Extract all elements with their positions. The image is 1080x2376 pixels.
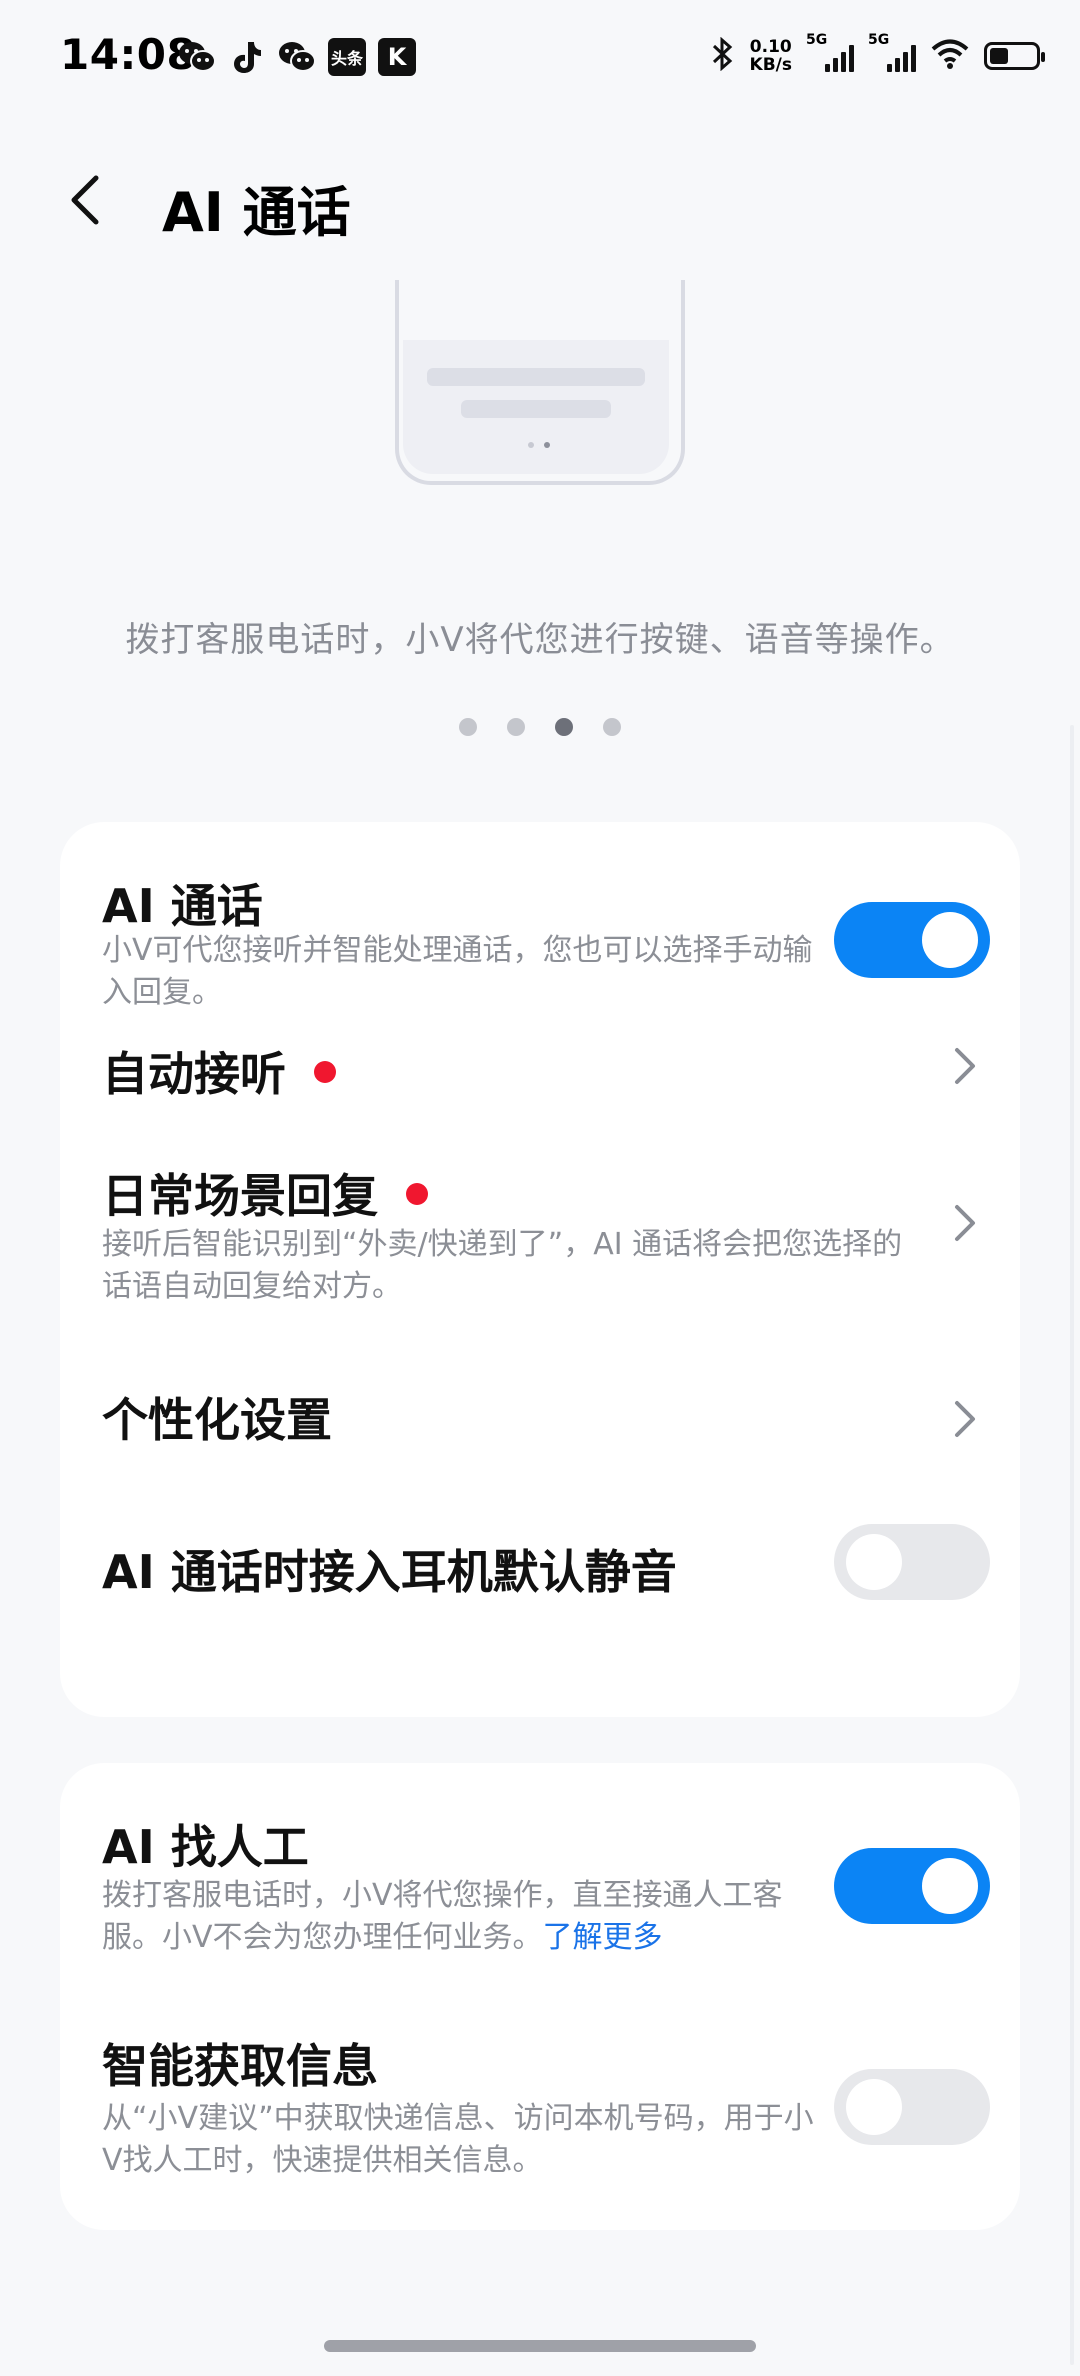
toutiao-icon: 头条 <box>328 38 366 76</box>
chevron-left-icon <box>71 175 99 225</box>
signal-sim2-icon: 5G <box>868 32 916 76</box>
settings-card-find-human: AI 找人工 拨打客服电话时，小Ⅴ将代您操作，直至接通人工客服。小Ⅴ不会为您办理… <box>60 1763 1020 2230</box>
chevron-right-icon <box>955 1205 975 1241</box>
home-indicator[interactable] <box>324 2340 756 2352</box>
notification-icons: 头条 K <box>178 38 416 76</box>
back-button[interactable] <box>60 170 120 230</box>
page-dot[interactable] <box>507 718 525 736</box>
setting-row-personalize[interactable]: 个性化设置 <box>60 1340 1020 1480</box>
status-bar: 14:08 头条 K 0.10 KB/s 5G 5G <box>0 0 1080 120</box>
setting-title: 个性化设置 <box>102 1393 332 1447</box>
chevron-right-icon <box>955 1048 975 1084</box>
setting-row-smart-info[interactable]: 智能获取信息 从“小Ⅴ建议”中获取快递信息、访问本机号码，用于小Ⅴ找人工时，快速… <box>60 1988 1020 2230</box>
setting-description: 接听后智能识别到“外卖/快递到了”，AI 通话将会把您选择的话语自动回复给对方。 <box>102 1227 903 1304</box>
intro-text: 拨打客服电话时，小Ⅴ将代您进行按键、语音等操作。 <box>125 620 955 660</box>
headset-mute-toggle[interactable] <box>834 1524 990 1600</box>
wifi-icon <box>930 38 970 74</box>
new-badge-dot <box>314 1060 336 1083</box>
setting-row-find-human[interactable]: AI 找人工 拨打客服电话时，小Ⅴ将代您操作，直至接通人工客服。小Ⅴ不会为您办理… <box>60 1763 1020 1988</box>
page-dot[interactable] <box>603 718 621 736</box>
setting-description: 从“小Ⅴ建议”中获取快递信息、访问本机号码，用于小Ⅴ找人工时，快速提供相关信息。 <box>102 2101 814 2178</box>
signal-sim1-icon: 5G <box>806 32 854 76</box>
wechat-icon <box>278 38 316 76</box>
kuaishou-icon: K <box>378 38 416 76</box>
learn-more-link[interactable]: 了解更多 <box>543 1920 663 1955</box>
page-title: AI 通话 <box>162 181 351 244</box>
setting-title: 自动接听 <box>102 1038 336 1104</box>
screen: 14:08 头条 K 0.10 KB/s 5G 5G AI 通话 拨打客服电话时… <box>0 0 1080 2376</box>
tiktok-icon <box>228 38 266 76</box>
app-header: AI 通话 <box>0 150 1080 250</box>
wechat-icon <box>178 38 216 76</box>
setting-row-daily-reply[interactable]: 日常场景回复 接听后智能识别到“外卖/快递到了”，AI 通话将会把您选择的话语自… <box>60 1120 1020 1340</box>
feature-illustration <box>395 280 685 490</box>
chevron-right-icon <box>955 1401 975 1437</box>
smart-info-toggle[interactable] <box>834 2069 990 2145</box>
status-time: 14:08 <box>60 30 197 79</box>
page-dot[interactable] <box>459 718 477 736</box>
setting-row-auto-answer[interactable]: 自动接听 <box>60 1000 1020 1120</box>
setting-title: AI 找人工 <box>102 1820 309 1874</box>
new-badge-dot <box>406 1182 428 1205</box>
network-speed: 0.10 KB/s <box>749 37 792 75</box>
setting-row-headset-mute[interactable]: AI 通话时接入耳机默认静音 <box>60 1480 1020 1640</box>
setting-row-ai-call[interactable]: AI 通话 小Ⅴ可代您接听并智能处理通话，您也可以选择手动输入回复。 <box>60 822 1020 1010</box>
setting-title: AI 通话时接入耳机默认静音 <box>102 1545 677 1599</box>
setting-title: 日常场景回复 <box>102 1160 428 1226</box>
system-icons: 0.10 KB/s 5G 5G <box>710 32 1045 76</box>
page-dot-active[interactable] <box>555 718 573 736</box>
ai-call-toggle[interactable] <box>834 902 990 978</box>
settings-card-ai-call: AI 通话 小Ⅴ可代您接听并智能处理通话，您也可以选择手动输入回复。 自动接听 … <box>60 822 1020 1717</box>
setting-description: 拨打客服电话时，小Ⅴ将代您操作，直至接通人工客服。小Ⅴ不会为您办理任何业务。了解… <box>102 1878 783 1955</box>
page-indicator <box>0 718 1080 736</box>
scrollbar <box>1070 725 1074 2365</box>
setting-title: AI 通话 <box>102 879 263 933</box>
setting-title: 智能获取信息 <box>102 2039 378 2093</box>
battery-icon <box>984 42 1045 70</box>
find-human-toggle[interactable] <box>834 1848 990 1924</box>
bluetooth-icon <box>710 36 736 75</box>
